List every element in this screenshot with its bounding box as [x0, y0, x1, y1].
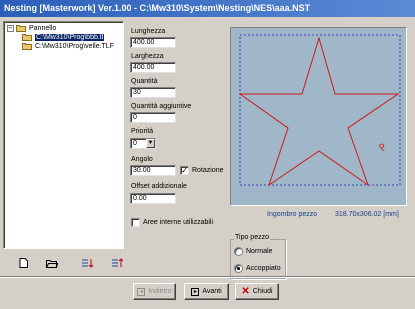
- window-title: Nesting [Masterwork] Ver.1.00 - C:\Mw310…: [4, 3, 311, 13]
- bounding-frame: [239, 34, 401, 186]
- ingombro-value: 318.70x306.02 [mm]: [335, 211, 399, 218]
- forward-arrow-icon: ▸: [191, 287, 200, 296]
- priorita-label: Priorità: [131, 128, 154, 135]
- tipo-pezzo-group: [230, 239, 286, 279]
- new-file-icon[interactable]: [16, 256, 30, 270]
- indietro-label: Indietro: [148, 288, 172, 295]
- priorita-value: 0: [133, 140, 137, 147]
- tree-panel[interactable]: − Pannello C:\Mw310\Prog\bbb.tl C:\Mw310…: [3, 21, 124, 249]
- close-icon: ✕: [241, 286, 250, 297]
- angolo-label: Angolo: [131, 156, 153, 163]
- normale-radio[interactable]: [234, 247, 243, 256]
- chiudi-button[interactable]: ✕ Chiudi: [235, 283, 279, 300]
- back-arrow-icon: ◂: [137, 287, 146, 296]
- folder-open-icon: [22, 43, 33, 50]
- part-preview: [238, 34, 401, 187]
- ingombro-label: Ingombro pezzo: [267, 211, 318, 218]
- quantita-aggiuntive-label: Quantità aggiuntive: [131, 103, 192, 110]
- quantita-input[interactable]: 30: [130, 87, 176, 98]
- avanti-label: Avanti: [202, 288, 222, 295]
- chevron-down-icon[interactable]: ▼: [146, 139, 155, 148]
- larghezza-label: Larghezza: [131, 53, 164, 60]
- accoppiato-radio[interactable]: [234, 264, 243, 273]
- tipo-pezzo-title: Tipo pezzo: [234, 234, 270, 241]
- rotazione-checkbox[interactable]: ✓: [180, 166, 189, 175]
- chiudi-label: Chiudi: [252, 288, 273, 295]
- tree-root[interactable]: − Pannello: [7, 25, 56, 32]
- normale-label: Normale: [246, 248, 273, 255]
- sort-up-icon[interactable]: [110, 256, 124, 270]
- avanti-button[interactable]: ▸ Avanti: [184, 283, 229, 300]
- accoppiato-label: Accoppiato: [246, 265, 281, 272]
- tree-toolbar: [3, 254, 124, 272]
- angolo-input[interactable]: 30.00: [130, 165, 176, 176]
- indietro-button[interactable]: ◂ Indietro: [133, 283, 176, 300]
- lunghezza-input[interactable]: 400.00: [130, 37, 176, 48]
- offset-input[interactable]: 0.00: [130, 193, 176, 204]
- star-shape: [238, 36, 400, 187]
- rotazione-label: Rotazione: [192, 167, 224, 174]
- tree-item-label: C:\Mw310\Prog\velle.TLF: [35, 43, 114, 50]
- tree-item-label: C:\Mw310\Prog\bbb.tl: [35, 34, 105, 41]
- larghezza-input[interactable]: 400.00: [130, 62, 176, 73]
- tree-item-bbb[interactable]: C:\Mw310\Prog\bbb.tl: [22, 34, 105, 41]
- title-bar: Nesting [Masterwork] Ver.1.00 - C:\Mw310…: [0, 0, 415, 17]
- offset-label: Offset addizionale: [131, 183, 187, 190]
- aree-interne-label: Aree interne utilizzabili: [143, 219, 214, 226]
- aree-interne-checkbox[interactable]: [131, 218, 140, 227]
- quantita-aggiuntive-input[interactable]: 0: [130, 112, 176, 123]
- collapse-icon[interactable]: −: [7, 25, 14, 32]
- tree-root-label: Pannello: [29, 25, 57, 32]
- nesting-window: Nesting [Masterwork] Ver.1.00 - C:\Mw310…: [0, 0, 415, 309]
- priorita-select[interactable]: 0 ▼: [130, 138, 156, 149]
- open-folder-icon[interactable]: [45, 256, 59, 270]
- tree-item-velle[interactable]: C:\Mw310\Prog\velle.TLF: [22, 43, 114, 50]
- quantita-label: Quantità: [131, 78, 158, 85]
- preview-panel: [230, 27, 407, 206]
- start-marker-icon: [378, 143, 385, 152]
- folder-icon: [16, 25, 27, 32]
- folder-open-icon: [22, 34, 33, 41]
- lunghezza-label: Lunghezza: [131, 28, 166, 35]
- sort-down-icon[interactable]: [80, 256, 94, 270]
